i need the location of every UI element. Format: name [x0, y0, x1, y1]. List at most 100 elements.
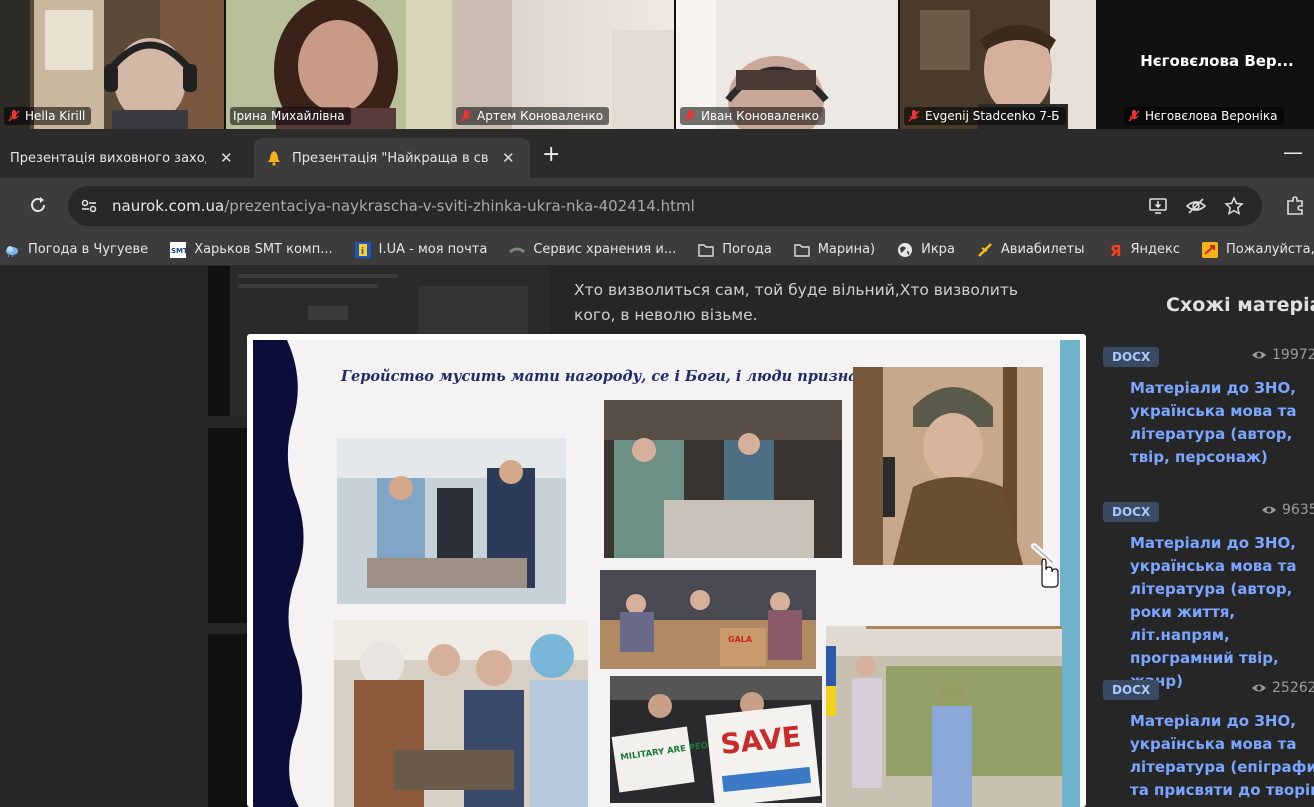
participant-tile[interactable]: Hella Kirill: [0, 0, 224, 129]
weather-cloud-icon: [6, 245, 18, 257]
photo-camouflage-net-weaving: [826, 626, 1062, 807]
bookmark-label: Сервис хранения и...: [533, 242, 677, 257]
minimize-button[interactable]: —: [1283, 140, 1303, 164]
material-title-link[interactable]: Матеріали до ЗНО, українська мова та літ…: [1130, 710, 1314, 802]
views-count: 25262: [1251, 680, 1314, 696]
related-material-card[interactable]: DOCX 19972 Матеріали до ЗНО, українська …: [1103, 347, 1314, 477]
naurok-bell-icon: [268, 151, 280, 166]
photo-medics: [337, 438, 566, 604]
mic-off-icon: [908, 110, 920, 122]
storage-service-icon: [509, 247, 526, 253]
file-type-badge: DOCX: [1103, 680, 1160, 700]
tab-bar: Презентація виховного заходу ✕ Презентац…: [0, 129, 1314, 178]
bookmark-label: Яндекс: [1130, 242, 1181, 257]
box-label: GALA: [728, 635, 753, 644]
participant-tile-no-video[interactable]: Нєговєлова Вер... Нєговєлова Вероніка: [1120, 0, 1314, 129]
folder-icon: [698, 243, 714, 257]
tab-title: Презентація виховного заходу: [10, 150, 206, 166]
presentation-slide: Геройство мусить мати нагороду, се і Бог…: [253, 340, 1080, 807]
site-info-icon[interactable]: [78, 195, 100, 217]
bookmark-item[interactable]: Пожалуйста, подт: [1202, 241, 1314, 258]
photo-maternity-ward: [604, 400, 842, 558]
views-count: 9635: [1261, 502, 1314, 518]
bookmark-item[interactable]: Сервис хранения и...: [509, 242, 676, 258]
bookmark-folder[interactable]: Марина): [793, 242, 876, 258]
video-call-strip: Hella Kirill Ірина Михайлівна Артем Коно…: [0, 0, 1314, 129]
close-icon[interactable]: ✕: [502, 149, 515, 167]
folder-icon: [793, 243, 810, 257]
bookmark-label: Марина): [817, 242, 876, 257]
bookmark-folder[interactable]: Погода: [698, 242, 772, 258]
globe-icon: [898, 242, 913, 257]
extensions-puzzle-icon[interactable]: [1284, 195, 1306, 217]
participant-name: Evgenij Stadcenko 7-Б: [925, 109, 1060, 123]
related-materials-title: Схожі матеріа: [1166, 294, 1314, 316]
material-title-link[interactable]: Матеріали до ЗНО, українська мова та літ…: [1130, 377, 1314, 469]
bookmark-item[interactable]: i I.UA - моя почта: [354, 241, 488, 258]
tracking-protection-eye-off-icon[interactable]: [1186, 196, 1206, 216]
participant-display-name: Нєговєлова Вер...: [1140, 52, 1294, 70]
address-bar-actions: [1148, 196, 1244, 216]
related-material-card[interactable]: DOCX 25262 Матеріали до ЗНО, українська …: [1103, 680, 1314, 807]
participant-name: Ірина Михайлівна: [233, 109, 345, 123]
eye-icon: [1252, 351, 1266, 359]
bookmark-label: Икра: [921, 242, 955, 257]
tab-inactive[interactable]: Презентація виховного заходу ✕: [0, 138, 250, 178]
slide-accent-strip: [1060, 340, 1080, 807]
participant-name: Нєговєлова Вероніка: [1145, 109, 1278, 123]
new-tab-button[interactable]: +: [542, 142, 560, 167]
yandex-logo-icon: Я: [1110, 242, 1122, 258]
bookmark-item[interactable]: SMT Харьков SMT комп...: [170, 241, 333, 258]
bookmark-star-icon[interactable]: [1224, 196, 1244, 216]
bookmark-label: I.UA - моя почта: [378, 242, 488, 257]
file-type-badge: DOCX: [1103, 502, 1160, 522]
participant-tile[interactable]: Иван Коноваленко: [676, 0, 898, 129]
participant-name-tag: Ірина Михайлівна: [230, 107, 351, 125]
svg-text:SMT: SMT: [171, 247, 186, 255]
presentation-slide-viewer[interactable]: Геройство мусить мати нагороду, се і Бог…: [247, 334, 1086, 807]
participant-tile-active-speaker[interactable]: Ірина Михайлівна: [226, 0, 452, 129]
views-value: 9635: [1282, 502, 1314, 518]
close-icon[interactable]: ✕: [220, 149, 233, 167]
photo-protest-signs: MILITARY ARE PEOPLE TOO SAVE: [610, 676, 822, 803]
confirm-site-icon: [1202, 241, 1219, 258]
participant-name-tag: Hella Kirill: [4, 107, 92, 125]
reload-icon[interactable]: [28, 195, 48, 215]
material-title-link[interactable]: Матеріали до ЗНО, українська мова та літ…: [1130, 532, 1314, 693]
address-bar[interactable]: naurok.com.ua/prezentaciya-naykrascha-v-…: [68, 186, 1262, 226]
svg-text:i: i: [361, 247, 364, 257]
photo-volunteers-cooking: [334, 620, 588, 807]
bookmark-label: Авиабилеты: [1000, 242, 1085, 257]
views-value: 19972: [1272, 347, 1314, 363]
bookmark-item[interactable]: Я Яндекс: [1107, 242, 1181, 258]
bookmark-item[interactable]: Авиабилеты: [977, 242, 1085, 258]
participant-name: Иван Коноваленко: [701, 109, 820, 123]
airplane-icon: [978, 242, 992, 257]
views-count: 19972: [1251, 347, 1314, 363]
slide-title: Геройство мусить мати нагороду, се і Бог…: [341, 368, 903, 385]
eye-icon: [1252, 684, 1266, 692]
related-material-card[interactable]: DOCX 9635 Матеріали до ЗНО, українська м…: [1103, 502, 1314, 690]
url-host: naurok.com.ua: [112, 197, 225, 215]
next-slide-chevron-icon[interactable]: [1030, 542, 1060, 588]
mic-off-icon: [684, 110, 696, 122]
svg-text:Я: Я: [1110, 242, 1122, 258]
tab-title: Презентація "Найкраща в світі: [292, 150, 488, 166]
bookmark-label: Погода в Чугуеве: [28, 242, 149, 257]
article-text: Хто визволиться сам, той буде вільний,Хт…: [574, 281, 1018, 324]
bookmark-item[interactable]: Икра: [897, 242, 955, 258]
participant-name: Артем Коноваленко: [477, 109, 604, 123]
install-app-icon[interactable]: [1148, 196, 1168, 216]
smt-logo-icon: SMT: [170, 241, 187, 258]
participant-tile[interactable]: Артем Коноваленко: [452, 0, 674, 129]
participant-name-tag: Нєговєлова Вероніка: [1124, 107, 1284, 125]
browser-toolbar: naurok.com.ua/prezentaciya-naykrascha-v-…: [0, 178, 1314, 234]
tab-active[interactable]: Презентація "Найкраща в світі ✕: [254, 138, 530, 178]
bookmark-label: Харьков SMT комп...: [194, 242, 333, 257]
photo-soldier-woman: [853, 367, 1043, 565]
bookmark-label: Пожалуйста, подт: [1226, 242, 1314, 257]
participant-tile[interactable]: Evgenij Stadcenko 7-Б: [900, 0, 1096, 129]
bookmark-item[interactable]: Погода в Чугуеве: [4, 242, 148, 258]
participant-name: Hella Kirill: [25, 109, 86, 123]
participant-name-tag: Evgenij Stadcenko 7-Б: [904, 107, 1066, 125]
